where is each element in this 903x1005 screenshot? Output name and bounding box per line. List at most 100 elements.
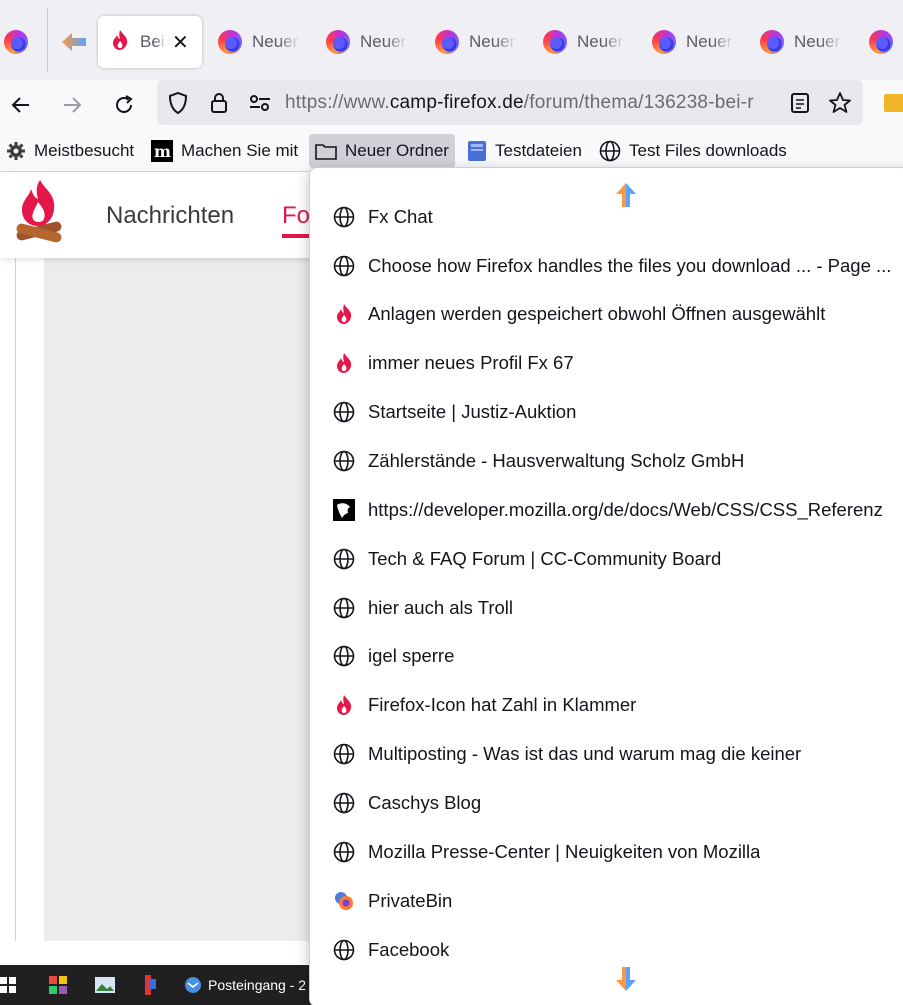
lock-icon[interactable] — [206, 90, 232, 116]
bookmark-star-icon[interactable] — [827, 90, 853, 116]
globe-icon — [332, 791, 356, 815]
tab[interactable]: Neuer — [218, 26, 300, 58]
menu-item[interactable]: Firefox-Icon hat Zahl in Klammer — [310, 685, 903, 725]
bookmark-folder-neuer-ordner[interactable]: Neuer Ordner — [309, 134, 455, 168]
firefox-icon — [760, 30, 784, 54]
globe-icon — [332, 938, 356, 962]
menu-item[interactable]: Anlagen werden gespeichert obwohl Öffnen… — [310, 294, 903, 334]
scroll-down-arrow-icon[interactable] — [615, 966, 637, 992]
tab-label: Neuer — [252, 32, 299, 51]
menu-item[interactable]: Tech & FAQ Forum | CC-Community Board — [310, 539, 903, 579]
firefox-icon — [869, 30, 893, 54]
menu-item-label: Startseite | Justiz-Auktion — [368, 401, 577, 422]
campfire-logo-icon[interactable] — [14, 178, 64, 248]
tab[interactable]: Neuer — [543, 26, 625, 58]
tab-active[interactable]: Bei ✕ — [98, 16, 202, 68]
tab-label: Neuer — [469, 32, 516, 51]
flame-icon — [332, 302, 356, 326]
flame-icon — [332, 351, 356, 375]
bookmark-test-files-downloads[interactable]: Test Files downloads — [593, 134, 793, 168]
globe-icon — [332, 254, 356, 278]
back-tab-arrow-icon[interactable] — [58, 26, 90, 58]
firefox-view-button[interactable] — [2, 26, 30, 58]
reader-view-icon[interactable] — [787, 90, 813, 116]
firefox-icon — [326, 30, 350, 54]
nav-link-forum[interactable]: Fo — [282, 202, 310, 230]
menu-item-label: Anlagen werden gespeichert obwohl Öffnen… — [368, 303, 826, 324]
menu-item[interactable]: Zählerstände - Hausverwaltung Scholz Gmb… — [310, 441, 903, 481]
menu-item-label: Zählerstände - Hausverwaltung Scholz Gmb… — [368, 450, 745, 471]
flame-icon — [110, 29, 130, 56]
menu-item[interactable]: Facebook — [310, 930, 903, 970]
menu-item[interactable]: Multiposting - Was ist das und warum mag… — [310, 734, 903, 774]
globe-icon — [332, 547, 356, 571]
permissions-icon[interactable] — [247, 90, 273, 116]
bookmark-label: Machen Sie mit — [181, 141, 299, 160]
forward-arrow-icon — [64, 97, 82, 113]
privatebin-icon — [332, 889, 356, 913]
menu-item[interactable]: https://developer.mozilla.org/de/docs/We… — [310, 490, 903, 530]
url-text[interactable]: https://www.camp-firefox.de/forum/thema/… — [285, 92, 785, 114]
menu-item[interactable]: igel sperre — [310, 636, 903, 676]
firefox-icon — [543, 30, 567, 54]
tab[interactable]: Neuer — [760, 26, 842, 58]
shield-icon[interactable] — [165, 90, 191, 116]
menu-item[interactable]: immer neues Profil Fx 67 — [310, 343, 903, 383]
globe-icon — [332, 205, 356, 229]
tab-label: Neuer — [686, 32, 733, 51]
folder-icon[interactable] — [884, 94, 903, 112]
image-viewer-icon[interactable] — [94, 973, 116, 997]
menu-item-label: Facebook — [368, 939, 450, 960]
app-icon[interactable] — [140, 973, 158, 997]
gear-icon — [6, 141, 26, 161]
menu-item[interactable]: Mozilla Presse-Center | Neuigkeiten von … — [310, 832, 903, 872]
mdn-icon — [332, 498, 356, 522]
taskbar-mail-label: Posteingang - 2 — [208, 977, 307, 993]
forward-button[interactable] — [55, 88, 89, 122]
menu-item-label: immer neues Profil Fx 67 — [368, 352, 574, 373]
mozilla-m-icon: m — [151, 140, 173, 162]
menu-item-label: Mozilla Presse-Center | Neuigkeiten von … — [368, 841, 761, 862]
folder-icon — [315, 142, 337, 160]
globe-icon — [332, 742, 356, 766]
url-domain: camp-firefox.de — [389, 92, 524, 113]
nav-link-nachrichten[interactable]: Nachrichten — [106, 202, 234, 230]
tab[interactable]: Neuer — [652, 26, 734, 58]
globe-icon — [599, 140, 621, 162]
tab-label: Neuer — [360, 32, 407, 51]
menu-item[interactable]: Choose how Firefox handles the files you… — [310, 246, 903, 286]
back-button[interactable] — [4, 88, 38, 122]
bookmark-meistbesucht[interactable]: Meistbesucht — [0, 134, 140, 168]
menu-item[interactable]: hier auch als Troll — [310, 588, 903, 628]
url-bar[interactable]: https://www.camp-firefox.de/forum/thema/… — [157, 80, 863, 125]
bookmark-label: Testdateien — [495, 141, 582, 160]
bookmarks-toolbar: Meistbesucht m Machen Sie mit Neuer Ordn… — [0, 130, 903, 172]
tab-separator — [47, 8, 48, 72]
menu-item[interactable]: PrivateBin — [310, 881, 903, 921]
navigation-toolbar: https://www.camp-firefox.de/forum/thema/… — [0, 80, 903, 130]
globe-icon — [332, 596, 356, 620]
menu-item-label: PrivateBin — [368, 890, 453, 911]
bookmark-label: Neuer Ordner — [345, 141, 449, 160]
firefox-icon — [435, 30, 459, 54]
url-path: /forum/thema/136238-bei-r — [523, 92, 754, 113]
globe-icon — [332, 644, 356, 668]
taskbar-mail[interactable]: Posteingang - 2 — [184, 973, 306, 997]
app-icon[interactable] — [48, 973, 68, 997]
start-icon[interactable] — [0, 973, 16, 997]
tab[interactable]: Neuer — [435, 26, 517, 58]
bookmark-testdateien[interactable]: Testdateien — [461, 134, 588, 168]
menu-item[interactable]: Fx Chat — [310, 197, 903, 237]
divider — [15, 258, 16, 941]
menu-item-label: https://developer.mozilla.org/de/docs/We… — [368, 499, 883, 520]
menu-item[interactable]: Startseite | Justiz-Auktion — [310, 392, 903, 432]
bookmark-machen-sie-mit[interactable]: m Machen Sie mit — [145, 134, 304, 168]
tab-strip: Bei ✕ Neuer Neuer Neuer Neuer Neuer Neue… — [0, 0, 903, 80]
firefox-icon — [652, 30, 676, 54]
reload-button[interactable] — [107, 88, 141, 122]
close-tab-icon[interactable]: ✕ — [172, 30, 189, 55]
tab[interactable]: Neuer — [326, 26, 408, 58]
tab[interactable] — [869, 26, 903, 58]
file-icon — [467, 140, 487, 162]
menu-item[interactable]: Caschys Blog — [310, 783, 903, 823]
